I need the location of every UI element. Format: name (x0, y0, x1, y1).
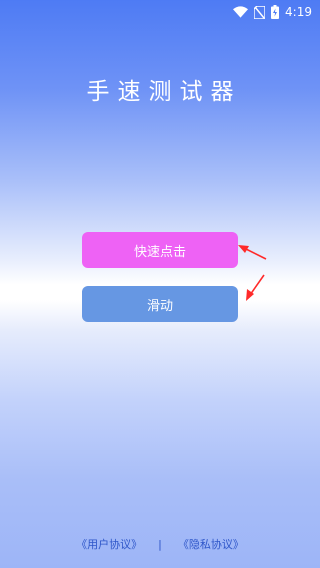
status-time: 4:19 (285, 5, 312, 19)
fast-click-button-label: 快速点击 (133, 244, 186, 260)
fast-click-button[interactable]: 快速点击 (82, 232, 238, 268)
status-bar: 4:19 (0, 0, 320, 24)
battery-icon (271, 5, 280, 19)
footer-separator: | (158, 537, 162, 551)
annotation-arrows (238, 245, 267, 301)
app-title: 手速测试器 (86, 79, 242, 105)
no-sim-icon (254, 5, 266, 19)
arrow-to-fast-click-icon (238, 245, 267, 260)
wifi-icon (233, 6, 249, 18)
privacy-agreement-link[interactable]: 《隐私协议》 (178, 536, 244, 552)
slide-button[interactable]: 滑动 (82, 286, 238, 322)
footer-links: 《用户协议》 | 《隐私协议》 (0, 536, 320, 552)
arrow-to-slide-icon (246, 274, 265, 301)
slide-button-label: 滑动 (146, 298, 173, 314)
user-agreement-link[interactable]: 《用户协议》 (76, 536, 142, 552)
